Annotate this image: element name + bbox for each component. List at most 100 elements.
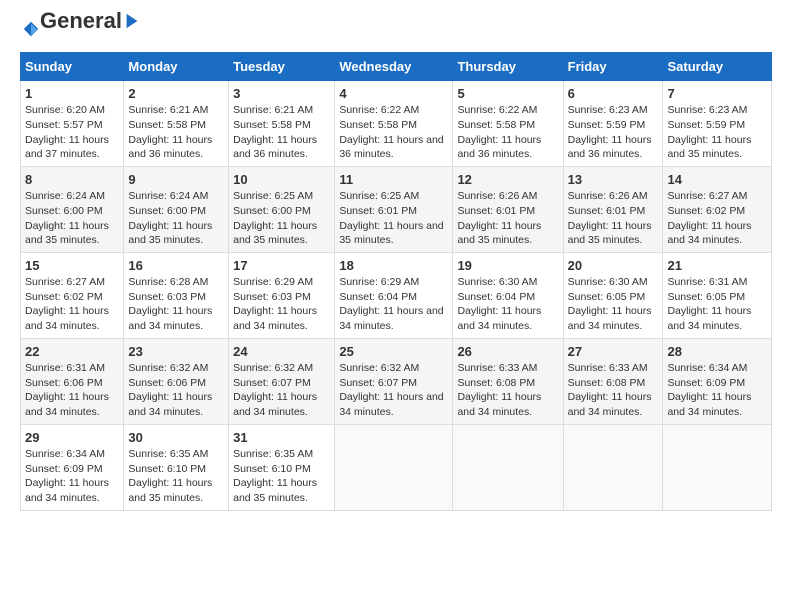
day-number: 7 [667, 86, 674, 101]
week-row-2: 8Sunrise: 6:24 AMSunset: 6:00 PMDaylight… [21, 166, 772, 252]
daylight-label: Daylight: 11 hours and 34 minutes. [25, 477, 109, 504]
calendar-cell: 20Sunrise: 6:30 AMSunset: 6:05 PMDayligh… [563, 252, 663, 338]
day-number: 3 [233, 86, 240, 101]
col-header-wednesday: Wednesday [335, 53, 453, 81]
sunrise-label: Sunrise: 6:25 AM [339, 190, 419, 202]
calendar-cell: 28Sunrise: 6:34 AMSunset: 6:09 PMDayligh… [663, 338, 772, 424]
sunrise-label: Sunrise: 6:26 AM [457, 190, 537, 202]
header-row: SundayMondayTuesdayWednesdayThursdayFrid… [21, 53, 772, 81]
day-number: 4 [339, 86, 346, 101]
col-header-tuesday: Tuesday [229, 53, 335, 81]
sunrise-label: Sunrise: 6:33 AM [457, 362, 537, 374]
calendar-cell: 31Sunrise: 6:35 AMSunset: 6:10 PMDayligh… [229, 424, 335, 510]
sunset-label: Sunset: 6:08 PM [457, 377, 535, 389]
day-number: 10 [233, 172, 247, 187]
sunset-label: Sunset: 6:09 PM [25, 463, 103, 475]
daylight-label: Daylight: 11 hours and 37 minutes. [25, 134, 109, 161]
calendar-cell: 24Sunrise: 6:32 AMSunset: 6:07 PMDayligh… [229, 338, 335, 424]
sunset-label: Sunset: 6:06 PM [128, 377, 206, 389]
calendar-cell: 3Sunrise: 6:21 AMSunset: 5:58 PMDaylight… [229, 81, 335, 167]
calendar-cell: 12Sunrise: 6:26 AMSunset: 6:01 PMDayligh… [453, 166, 563, 252]
day-number: 8 [25, 172, 32, 187]
day-number: 16 [128, 258, 142, 273]
week-row-4: 22 Sunrise: 6:31 AM Sunset: 6:06 PM Dayligh… [21, 338, 772, 424]
col-header-friday: Friday [563, 53, 663, 81]
daylight-label: Daylight: 11 hours and 36 minutes. [568, 134, 652, 161]
day-number: 22 [25, 344, 39, 359]
daylight-label: Daylight: 11 hours and 34 minutes. [667, 305, 751, 332]
logo-text [20, 16, 40, 42]
calendar-cell [663, 424, 772, 510]
header: General [20, 16, 772, 42]
day-number: 12 [457, 172, 471, 187]
calendar-cell: 8Sunrise: 6:24 AMSunset: 6:00 PMDaylight… [21, 166, 124, 252]
daylight-label: Daylight: 11 hours and 34 minutes. [128, 391, 212, 418]
sunset-label: Sunset: 6:01 PM [457, 205, 535, 217]
sunrise-label: Sunrise: 6:31 AM [667, 276, 747, 288]
calendar-cell: 10Sunrise: 6:25 AMSunset: 6:00 PMDayligh… [229, 166, 335, 252]
calendar-cell: 5Sunrise: 6:22 AMSunset: 5:58 PMDaylight… [453, 81, 563, 167]
daylight-label: Daylight: 11 hours and 34 minutes. [128, 305, 212, 332]
sunset-label: Sunset: 6:09 PM [667, 377, 745, 389]
sunset-label: Sunset: 5:58 PM [457, 119, 535, 131]
calendar-cell: 26Sunrise: 6:33 AMSunset: 6:08 PMDayligh… [453, 338, 563, 424]
week-row-1: 1Sunrise: 6:20 AMSunset: 5:57 PMDaylight… [21, 81, 772, 167]
sunrise-label: Sunrise: 6:23 AM [568, 104, 648, 116]
daylight-label: Daylight: 11 hours and 36 minutes. [128, 134, 212, 161]
sunset-label: Sunset: 5:59 PM [667, 119, 745, 131]
daylight-label: Daylight: 11 hours and 36 minutes. [233, 134, 317, 161]
daylight-label: Daylight: 11 hours and 35 minutes. [233, 477, 317, 504]
calendar-cell: 1Sunrise: 6:20 AMSunset: 5:57 PMDaylight… [21, 81, 124, 167]
sunrise-label: Sunrise: 6:28 AM [128, 276, 208, 288]
calendar-cell: 19Sunrise: 6:30 AMSunset: 6:04 PMDayligh… [453, 252, 563, 338]
calendar-cell: 22Sunrise: 6:31 AMSunset: 6:06 PMDayligh… [21, 338, 124, 424]
calendar-cell: 4Sunrise: 6:22 AMSunset: 5:58 PMDaylight… [335, 81, 453, 167]
daylight-label: Daylight: 11 hours and 35 minutes. [667, 134, 751, 161]
logo-arrow-icon [123, 12, 141, 30]
day-number: 25 [339, 344, 353, 359]
sunrise-label: Sunrise: 6:34 AM [25, 448, 105, 460]
calendar-cell [453, 424, 563, 510]
sunset-label: Sunset: 5:58 PM [339, 119, 417, 131]
sunset-label: Sunset: 6:04 PM [457, 291, 535, 303]
sunset-label: Sunset: 6:02 PM [25, 291, 103, 303]
day-number: 21 [667, 258, 681, 273]
sunrise-label: Sunrise: 6:20 AM [25, 104, 105, 116]
col-header-sunday: Sunday [21, 53, 124, 81]
sunrise-label: Sunrise: 6:23 AM [667, 104, 747, 116]
calendar-cell: 6Sunrise: 6:23 AMSunset: 5:59 PMDaylight… [563, 81, 663, 167]
sunrise-label: Sunrise: 6:32 AM [233, 362, 313, 374]
sunset-label: Sunset: 6:05 PM [568, 291, 646, 303]
sunrise-label: Sunrise: 6:35 AM [128, 448, 208, 460]
sunset-label: Sunset: 6:00 PM [25, 205, 103, 217]
week-row-3: 15Sunrise: 6:27 AMSunset: 6:02 PMDayligh… [21, 252, 772, 338]
sunrise-label: Sunrise: 6:21 AM [233, 104, 313, 116]
sunset-label: Sunset: 5:58 PM [128, 119, 206, 131]
daylight-label: Daylight: 11 hours and 35 minutes. [233, 220, 317, 247]
sunset-label: Sunset: 6:07 PM [233, 377, 311, 389]
day-number: 20 [568, 258, 582, 273]
logo-icon [22, 20, 40, 38]
col-header-saturday: Saturday [663, 53, 772, 81]
sunrise-label: Sunrise: 6:29 AM [339, 276, 419, 288]
sunrise-label: Sunrise: 6:29 AM [233, 276, 313, 288]
day-number: 14 [667, 172, 681, 187]
logo: General [20, 16, 142, 42]
sunset-label: Sunset: 6:04 PM [339, 291, 417, 303]
calendar-cell: 21Sunrise: 6:31 AMSunset: 6:05 PMDayligh… [663, 252, 772, 338]
sunset-label: Sunset: 6:10 PM [128, 463, 206, 475]
sunrise-label: Sunrise: 6:31 AM [25, 362, 105, 374]
day-number: 23 [128, 344, 142, 359]
sunset-label: Sunset: 6:00 PM [233, 205, 311, 217]
daylight-label: Daylight: 11 hours and 34 minutes. [667, 391, 751, 418]
sunset-label: Sunset: 6:03 PM [233, 291, 311, 303]
calendar-cell: 25Sunrise: 6:32 AMSunset: 6:07 PMDayligh… [335, 338, 453, 424]
calendar-cell: 14Sunrise: 6:27 AMSunset: 6:02 PMDayligh… [663, 166, 772, 252]
daylight-label: Daylight: 11 hours and 34 minutes. [568, 305, 652, 332]
daylight-label: Daylight: 11 hours and 34 minutes. [339, 305, 443, 332]
sunset-label: Sunset: 6:01 PM [339, 205, 417, 217]
day-number: 30 [128, 430, 142, 445]
calendar-cell [563, 424, 663, 510]
sunset-label: Sunset: 5:57 PM [25, 119, 103, 131]
calendar-cell: 29Sunrise: 6:34 AMSunset: 6:09 PMDayligh… [21, 424, 124, 510]
